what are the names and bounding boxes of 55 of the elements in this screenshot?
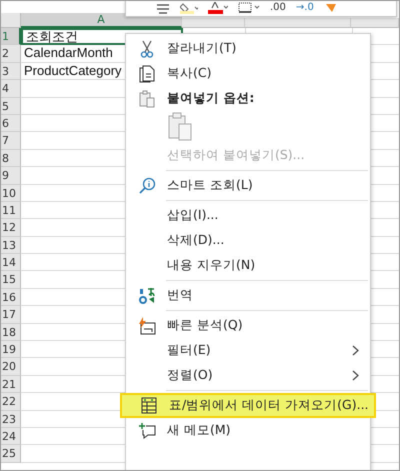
borders-icon[interactable]	[238, 2, 260, 14]
decrease-decimal-label[interactable]: .00	[270, 2, 286, 14]
row-header[interactable]: 20	[1, 358, 21, 376]
increase-decimal-label[interactable]: →.0	[296, 2, 314, 14]
scissors-icon	[140, 40, 154, 58]
row-header[interactable]: 15	[1, 271, 21, 289]
row-header[interactable]: 23	[1, 410, 21, 428]
menu-item[interactable]: 스마트 조회(L)	[127, 173, 369, 198]
row-header[interactable]: 8	[1, 150, 21, 168]
fill-color-icon[interactable]	[180, 2, 198, 14]
font-color-icon[interactable]	[208, 2, 228, 14]
row-header[interactable]: 25	[1, 445, 21, 463]
search-icon	[138, 177, 156, 194]
row-header[interactable]: 17	[1, 306, 21, 324]
menu-item[interactable]: 새 메모(M)	[127, 418, 369, 443]
column-header[interactable]: A	[20, 13, 182, 28]
select-all-corner[interactable]	[1, 13, 21, 28]
menu-item[interactable]: 번역	[127, 283, 369, 308]
row-header[interactable]: 6	[1, 114, 21, 132]
row-header[interactable]: 3	[1, 62, 21, 80]
menu-item[interactable]: 내용 지우기(N)	[127, 253, 369, 278]
menu-item[interactable]: 삽입(I)...	[127, 203, 369, 228]
row-header[interactable]: 13	[1, 236, 21, 254]
row-header[interactable]: 1	[1, 28, 21, 46]
row-header[interactable]: 21	[1, 376, 21, 394]
table-icon	[141, 397, 157, 414]
clipboard-icon	[139, 90, 155, 108]
menu-item[interactable]: 표/범위에서 데이터 가져오기(G)...	[120, 393, 376, 418]
row-header[interactable]: 2	[1, 45, 21, 63]
menu-item[interactable]: 삭제(D)...	[127, 228, 369, 253]
row-header[interactable]: 14	[1, 254, 21, 272]
row-header[interactable]: 24	[1, 428, 21, 446]
row-header[interactable]: 12	[1, 219, 21, 237]
row-header[interactable]: 19	[1, 341, 21, 358]
row-header[interactable]: 11	[1, 202, 21, 220]
align-icon[interactable]	[156, 2, 170, 14]
column-header[interactable]	[351, 18, 399, 28]
menu-item[interactable]: 빠른 분석(Q)	[127, 313, 369, 338]
paste-icon[interactable]	[166, 112, 194, 142]
quick-analysis-icon	[138, 316, 156, 334]
new-note-icon	[138, 422, 156, 439]
copy-icon	[139, 64, 155, 82]
row-header[interactable]: 10	[1, 184, 21, 202]
translate-icon	[138, 286, 156, 304]
menu-item[interactable]: 필터(E)	[127, 338, 369, 363]
row-header[interactable]: 7	[1, 132, 21, 150]
row-header[interactable]: 22	[1, 393, 21, 411]
row-header[interactable]: 16	[1, 288, 21, 306]
row-header[interactable]: 5	[1, 98, 21, 115]
eraser-icon[interactable]	[324, 2, 338, 14]
row-header[interactable]: 9	[1, 167, 21, 185]
row-header[interactable]: 18	[1, 324, 21, 342]
row-header[interactable]: 4	[1, 80, 21, 98]
menu-section-header: 붙여넣기 옵션:	[167, 90, 256, 107]
menu-item[interactable]: 정렬(O)	[127, 363, 369, 388]
